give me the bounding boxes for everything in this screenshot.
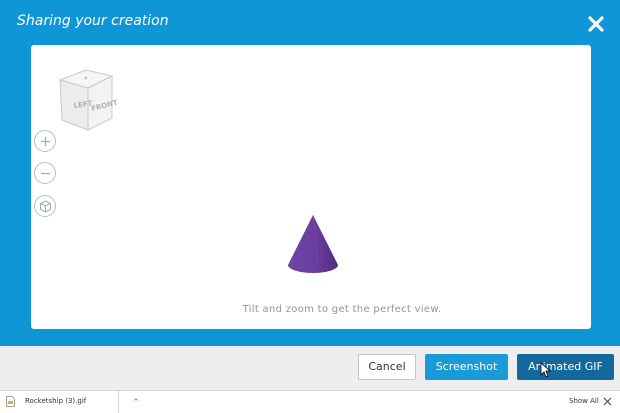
show-all-link[interactable]: Show All — [569, 397, 599, 405]
file-icon — [6, 396, 15, 407]
close-downloads-icon[interactable] — [603, 397, 612, 406]
cube-icon — [40, 200, 51, 213]
viewport-hint: Tilt and zoom to get the perfect view. — [242, 304, 442, 315]
close-icon[interactable] — [586, 14, 606, 34]
downloads-bar: Rocketship (3).gif ^ Show All — [0, 390, 620, 413]
animated-gif-button[interactable]: Animated GIF — [517, 354, 614, 380]
3d-viewport[interactable]: LEFT FRONT Tilt and zoom to get the perf… — [31, 45, 591, 329]
mouse-pointer-icon — [540, 362, 552, 378]
cancel-button[interactable]: Cancel — [358, 354, 416, 380]
download-item[interactable]: Rocketship (3).gif — [0, 391, 119, 413]
home-view-button[interactable] — [34, 195, 56, 217]
zoom-in-button[interactable] — [34, 130, 56, 152]
chevron-up-icon[interactable]: ^ — [133, 398, 139, 406]
minus-icon — [41, 172, 50, 175]
cone-model[interactable] — [285, 213, 341, 275]
viewcube[interactable]: LEFT FRONT — [50, 64, 128, 134]
dialog-header: Sharing your creation — [0, 0, 620, 44]
download-file-name: Rocketship (3).gif — [25, 397, 87, 405]
screenshot-button[interactable]: Screenshot — [425, 354, 508, 380]
zoom-out-button[interactable] — [34, 162, 56, 184]
dialog-title: Sharing your creation — [17, 13, 169, 29]
plus-icon — [41, 137, 50, 146]
dialog-footer: Cancel Screenshot Animated GIF — [0, 346, 620, 390]
